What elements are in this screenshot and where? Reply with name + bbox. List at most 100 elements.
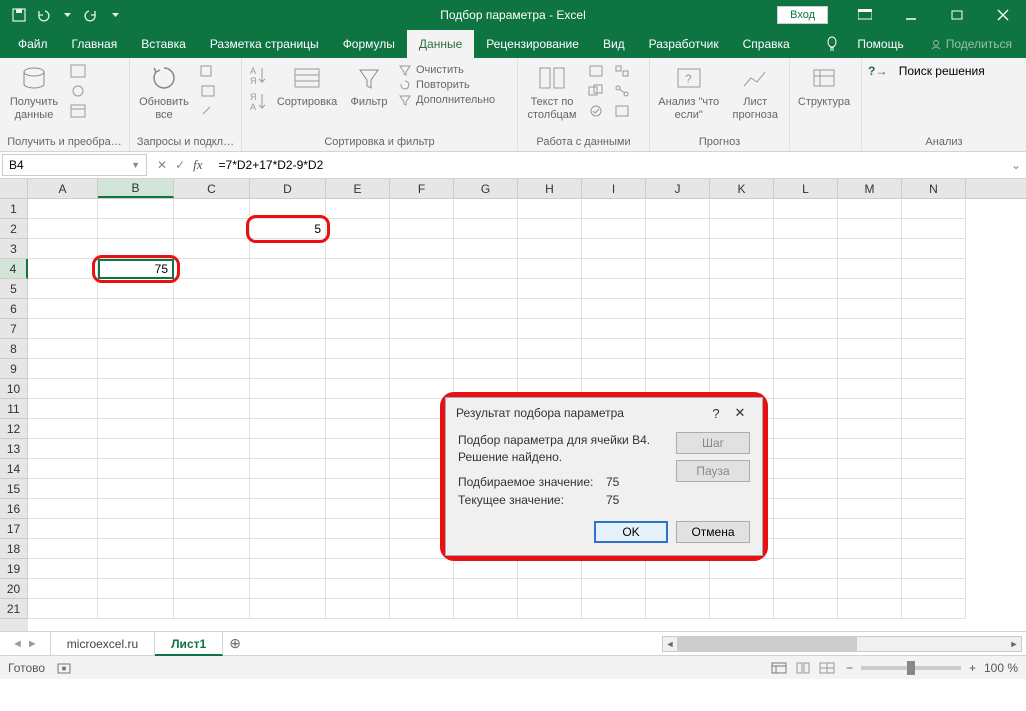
- cell-I8[interactable]: [582, 339, 646, 359]
- cell-G2[interactable]: [454, 219, 518, 239]
- cell-A20[interactable]: [28, 579, 98, 599]
- cell-A5[interactable]: [28, 279, 98, 299]
- cell-E17[interactable]: [326, 519, 390, 539]
- cell-N17[interactable]: [902, 519, 966, 539]
- cell-J5[interactable]: [646, 279, 710, 299]
- cell-A8[interactable]: [28, 339, 98, 359]
- cell-G4[interactable]: [454, 259, 518, 279]
- row-header-10[interactable]: 10: [0, 379, 28, 399]
- row-header-15[interactable]: 15: [0, 479, 28, 499]
- cell-L3[interactable]: [774, 239, 838, 259]
- tell-me-label[interactable]: Помощь: [845, 37, 915, 51]
- row-header-18[interactable]: 18: [0, 539, 28, 559]
- sheet-tab-0[interactable]: microexcel.ru: [51, 632, 155, 656]
- cell-K20[interactable]: [710, 579, 774, 599]
- expand-formula-bar-icon[interactable]: ⌄: [1006, 158, 1026, 172]
- cell-C1[interactable]: [174, 199, 250, 219]
- cell-L20[interactable]: [774, 579, 838, 599]
- cell-N19[interactable]: [902, 559, 966, 579]
- cell-F19[interactable]: [390, 559, 454, 579]
- cell-L6[interactable]: [774, 299, 838, 319]
- undo-icon[interactable]: [32, 4, 54, 26]
- cell-B11[interactable]: [98, 399, 174, 419]
- col-header-M[interactable]: M: [838, 179, 902, 198]
- cell-L2[interactable]: [774, 219, 838, 239]
- cell-I3[interactable]: [582, 239, 646, 259]
- cell-F7[interactable]: [390, 319, 454, 339]
- cell-B6[interactable]: [98, 299, 174, 319]
- sign-in-button[interactable]: Вход: [777, 6, 828, 24]
- cell-K8[interactable]: [710, 339, 774, 359]
- row-header-5[interactable]: 5: [0, 279, 28, 299]
- cell-D8[interactable]: [250, 339, 326, 359]
- tell-me-icon[interactable]: [819, 36, 845, 52]
- hscroll-thumb[interactable]: [677, 637, 857, 651]
- cell-M4[interactable]: [838, 259, 902, 279]
- cell-B17[interactable]: [98, 519, 174, 539]
- clear-filter-button[interactable]: Очистить: [398, 64, 495, 76]
- cell-G5[interactable]: [454, 279, 518, 299]
- queries-icon[interactable]: [198, 62, 218, 80]
- cell-F6[interactable]: [390, 299, 454, 319]
- cell-H21[interactable]: [518, 599, 582, 619]
- cell-C6[interactable]: [174, 299, 250, 319]
- cell-I9[interactable]: [582, 359, 646, 379]
- cell-C13[interactable]: [174, 439, 250, 459]
- row-header-1[interactable]: 1: [0, 199, 28, 219]
- cell-D6[interactable]: [250, 299, 326, 319]
- cell-D5[interactable]: [250, 279, 326, 299]
- cell-L9[interactable]: [774, 359, 838, 379]
- cell-B20[interactable]: [98, 579, 174, 599]
- col-header-H[interactable]: H: [518, 179, 582, 198]
- cell-A14[interactable]: [28, 459, 98, 479]
- cell-A17[interactable]: [28, 519, 98, 539]
- row-header-16[interactable]: 16: [0, 499, 28, 519]
- tab-формулы[interactable]: Формулы: [331, 30, 407, 58]
- properties-icon[interactable]: [198, 82, 218, 100]
- cell-K1[interactable]: [710, 199, 774, 219]
- row-header-4[interactable]: 4: [0, 259, 28, 279]
- zoom-slider[interactable]: [861, 666, 961, 670]
- row-header-3[interactable]: 3: [0, 239, 28, 259]
- cell-J20[interactable]: [646, 579, 710, 599]
- cell-A18[interactable]: [28, 539, 98, 559]
- cell-K2[interactable]: [710, 219, 774, 239]
- cell-M5[interactable]: [838, 279, 902, 299]
- tab-справка[interactable]: Справка: [731, 30, 802, 58]
- cell-G6[interactable]: [454, 299, 518, 319]
- cell-G3[interactable]: [454, 239, 518, 259]
- col-header-J[interactable]: J: [646, 179, 710, 198]
- col-header-A[interactable]: A: [28, 179, 98, 198]
- cell-J7[interactable]: [646, 319, 710, 339]
- cell-L14[interactable]: [774, 459, 838, 479]
- save-icon[interactable]: [8, 4, 30, 26]
- cell-D9[interactable]: [250, 359, 326, 379]
- cell-N8[interactable]: [902, 339, 966, 359]
- col-header-B[interactable]: B: [98, 179, 174, 198]
- cell-N5[interactable]: [902, 279, 966, 299]
- cell-B16[interactable]: [98, 499, 174, 519]
- cell-J4[interactable]: [646, 259, 710, 279]
- tab-главная[interactable]: Главная: [60, 30, 130, 58]
- cell-A2[interactable]: [28, 219, 98, 239]
- cell-B12[interactable]: [98, 419, 174, 439]
- cell-L19[interactable]: [774, 559, 838, 579]
- cell-F1[interactable]: [390, 199, 454, 219]
- cell-M17[interactable]: [838, 519, 902, 539]
- cell-I6[interactable]: [582, 299, 646, 319]
- col-header-D[interactable]: D: [250, 179, 326, 198]
- get-data-button[interactable]: Получить данные: [6, 62, 62, 122]
- cell-E9[interactable]: [326, 359, 390, 379]
- from-text-icon[interactable]: [68, 62, 88, 80]
- cancel-button[interactable]: Отмена: [676, 521, 750, 543]
- cell-E13[interactable]: [326, 439, 390, 459]
- zoom-level[interactable]: 100 %: [984, 661, 1018, 675]
- col-header-G[interactable]: G: [454, 179, 518, 198]
- data-validation-icon[interactable]: [586, 102, 606, 120]
- cell-B18[interactable]: [98, 539, 174, 559]
- forecast-sheet-button[interactable]: Лист прогноза: [727, 62, 783, 122]
- cell-C21[interactable]: [174, 599, 250, 619]
- cell-N18[interactable]: [902, 539, 966, 559]
- cell-F20[interactable]: [390, 579, 454, 599]
- tab-файл[interactable]: Файл: [6, 30, 60, 58]
